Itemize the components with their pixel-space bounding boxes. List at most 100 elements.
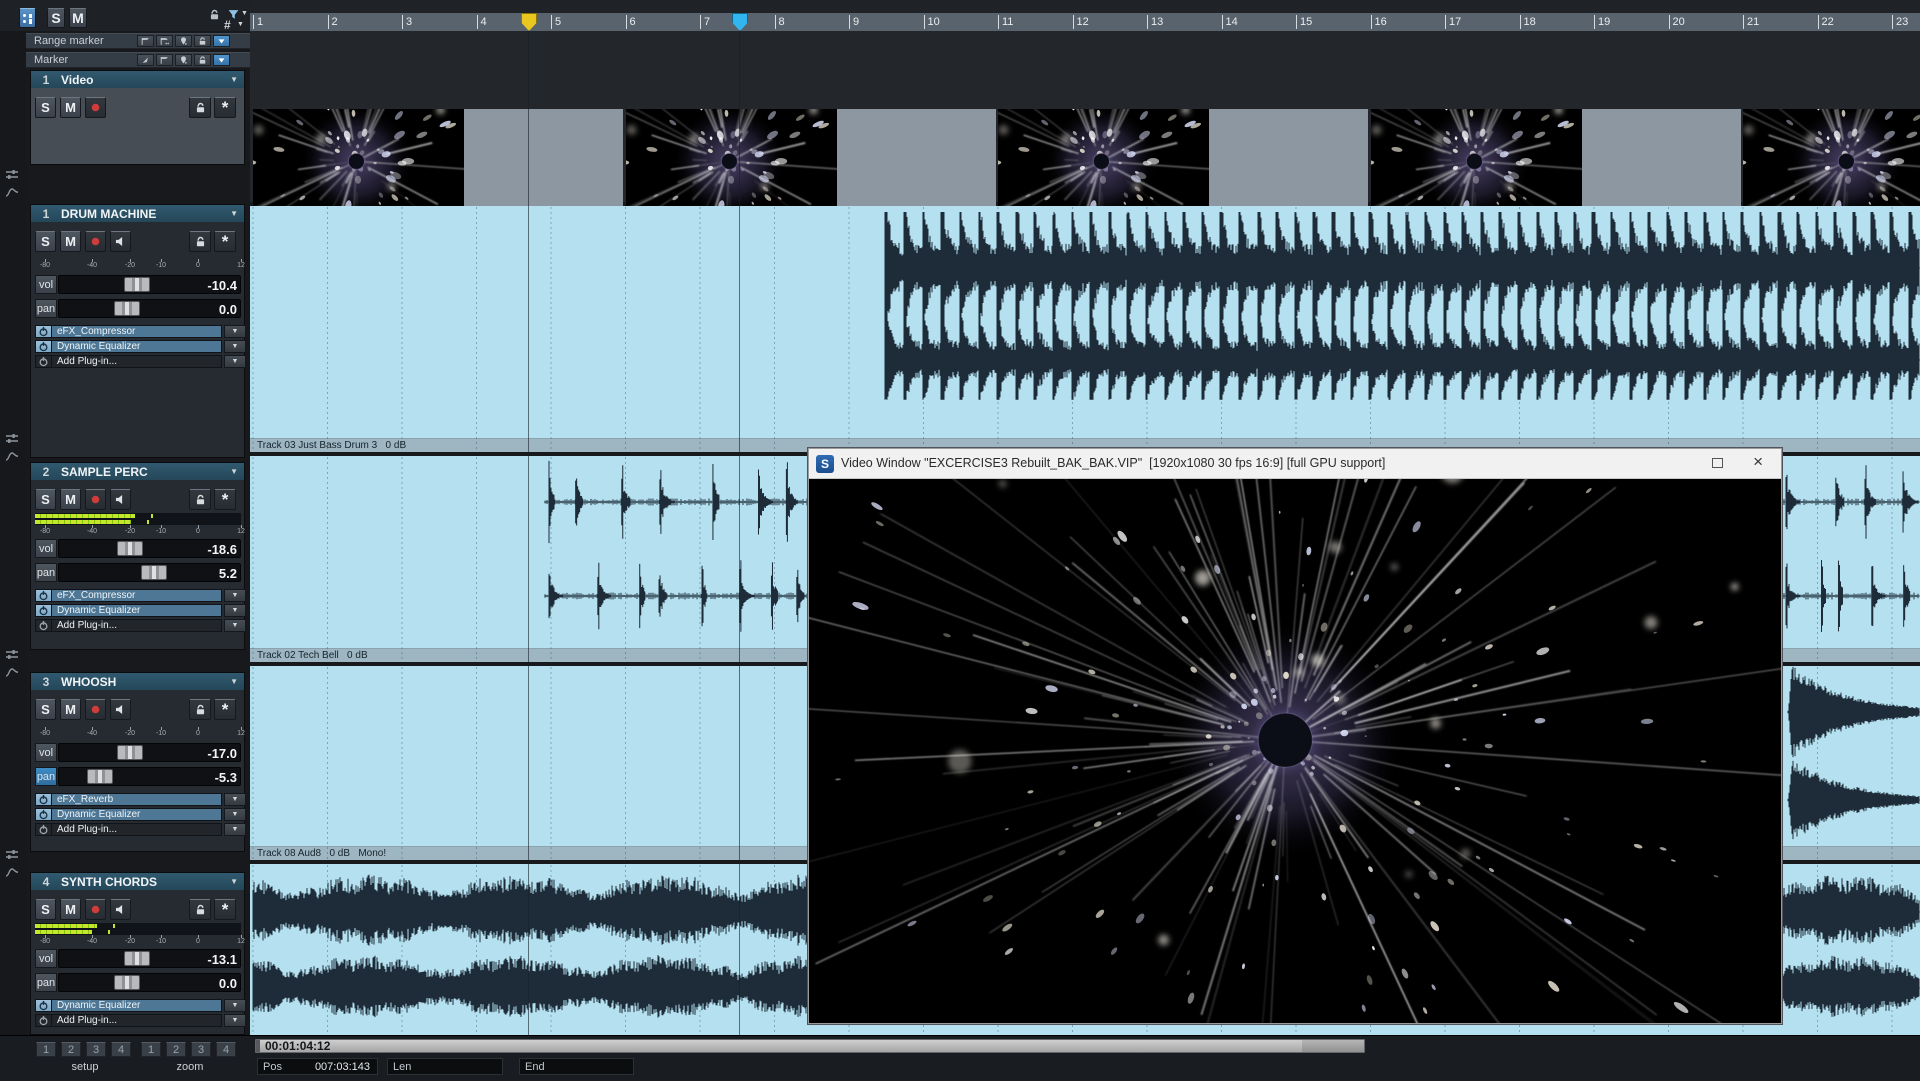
track-synth-chords-vol-value[interactable]: -13.1 <box>195 952 237 967</box>
setup-preset-button-4[interactable]: 4 <box>111 1042 131 1057</box>
plugin-dropdown-arrow[interactable]: ▼ <box>224 604 246 617</box>
pan-slider-handle[interactable] <box>87 769 113 784</box>
track-drum-machine-vol-value[interactable]: -10.4 <box>195 278 237 293</box>
track-sample-perc-plugin-slot[interactable]: eFX_Compressor▼ <box>35 589 246 602</box>
track-drum-machine-solo-button[interactable]: S <box>35 231 56 252</box>
track-sample-perc-titlebar[interactable]: 2SAMPLE PERC▼ <box>31 463 244 480</box>
track-whoosh-monitor-speaker-button[interactable] <box>110 699 131 720</box>
marker-dropdown-icon[interactable] <box>213 54 230 66</box>
zoom-preset-button-3[interactable]: 3 <box>191 1042 211 1057</box>
track-drum-machine-mute-button[interactable]: M <box>60 231 81 252</box>
track-synth-chords-pan-value[interactable]: 0.0 <box>195 976 237 991</box>
plugin-dropdown-arrow[interactable]: ▼ <box>224 1014 246 1027</box>
plugin-name[interactable]: eFX_Reverb <box>52 793 222 806</box>
plugin-power-icon[interactable] <box>35 823 52 836</box>
track-whoosh-plugin-slot[interactable]: Add Plug-in...▼ <box>35 823 246 836</box>
video-track-titlebar[interactable]: 1Video▼ <box>31 71 244 88</box>
grid-mode-button[interactable]: # <box>224 18 231 32</box>
plugin-dropdown-arrow[interactable]: ▼ <box>224 340 246 353</box>
length-field[interactable]: Len <box>387 1058 503 1075</box>
track-sample-perc-header[interactable]: 2SAMPLE PERC▼SM*-80-40-20-10012vol-18.6p… <box>30 462 245 650</box>
plugin-name[interactable]: Add Plug-in... <box>52 355 222 368</box>
dock-handle[interactable] <box>5 168 21 198</box>
track-synth-chords-vol-slider[interactable]: -13.1 <box>58 949 241 968</box>
track-drum-machine-vol-slider[interactable]: -10.4 <box>58 275 241 294</box>
end-field[interactable]: End <box>519 1058 634 1075</box>
plugin-dropdown-arrow[interactable]: ▼ <box>224 325 246 338</box>
track-drum-machine-header[interactable]: 1DRUM MACHINE▼SM*-80-40-20-10012vol-10.4… <box>30 204 245 458</box>
range-start-icon[interactable] <box>137 35 154 47</box>
track-drum-machine-pan-slider[interactable]: 0.0 <box>58 299 241 318</box>
collapse-chevron-icon[interactable]: ▼ <box>230 209 238 218</box>
zoom-preset-button-4[interactable]: 4 <box>216 1042 236 1057</box>
track-sample-perc-vol-slider[interactable]: -18.6 <box>58 539 241 558</box>
vol-slider-handle[interactable] <box>124 277 150 292</box>
track-sample-perc-pan-value[interactable]: 5.2 <box>195 566 237 581</box>
funnel-dropdown-arrow[interactable]: ▼ <box>241 10 248 17</box>
setup-preset-button-1[interactable]: 1 <box>36 1042 56 1057</box>
plugin-dropdown-arrow[interactable]: ▼ <box>224 355 246 368</box>
plugin-power-icon[interactable] <box>35 589 52 602</box>
track-synth-chords-solo-button[interactable]: S <box>35 899 56 920</box>
collapse-chevron-icon[interactable]: ▼ <box>230 467 238 476</box>
track-drum-machine-titlebar[interactable]: 1DRUM MACHINE▼ <box>31 205 244 222</box>
vol-slider-handle[interactable] <box>117 745 143 760</box>
track-whoosh-plugin-slot[interactable]: eFX_Reverb▼ <box>35 793 246 806</box>
plugin-dropdown-arrow[interactable]: ▼ <box>224 589 246 602</box>
range-pin-icon[interactable] <box>175 35 192 47</box>
track-drum-machine-lock-button[interactable] <box>189 231 211 252</box>
track-whoosh-solo-button[interactable]: S <box>35 699 56 720</box>
track-drum-machine-pan-value[interactable]: 0.0 <box>195 302 237 317</box>
track-sample-perc-lock-button[interactable] <box>189 489 211 510</box>
plugin-power-icon[interactable] <box>35 1014 52 1027</box>
maximize-button[interactable] <box>1712 458 1723 468</box>
zoom-preset-button-1[interactable]: 1 <box>141 1042 161 1057</box>
lock-icon[interactable] <box>208 8 221 26</box>
plugin-name[interactable]: Add Plug-in... <box>52 619 222 632</box>
dock-handle[interactable] <box>5 848 21 878</box>
track-sample-perc-pan-slider[interactable]: 5.2 <box>58 563 241 582</box>
track-synth-chords-fx-star-button[interactable]: * <box>214 899 236 920</box>
track-sample-perc-mute-button[interactable]: M <box>60 489 81 510</box>
audio-lane-bassdrum[interactable]: Track 03 Just Bass Drum 3 0 dB <box>250 206 1920 452</box>
track-drum-machine-record-button[interactable] <box>85 231 106 252</box>
range-dropdown-icon[interactable] <box>213 35 230 47</box>
range-lock-icon[interactable] <box>194 35 211 47</box>
track-sample-perc-solo-button[interactable]: S <box>35 489 56 510</box>
video-window[interactable]: S Video Window "EXCERCISE3 Rebuilt_BAK_B… <box>808 448 1782 1024</box>
collapse-chevron-icon[interactable]: ▼ <box>230 75 238 84</box>
video-track-fx-star-button[interactable]: * <box>214 97 236 118</box>
video-track-header[interactable]: 1Video▼SM* <box>30 70 245 165</box>
video-track-solo-button[interactable]: S <box>35 97 56 118</box>
plugin-dropdown-arrow[interactable]: ▼ <box>224 823 246 836</box>
setup-preset-button-3[interactable]: 3 <box>86 1042 106 1057</box>
marker-pen-icon[interactable] <box>137 54 154 66</box>
dock-handle[interactable] <box>5 432 21 462</box>
track-sample-perc-monitor-speaker-button[interactable] <box>110 489 131 510</box>
vol-slider-handle[interactable] <box>117 541 143 556</box>
plugin-dropdown-arrow[interactable]: ▼ <box>224 999 246 1012</box>
video-track-lane[interactable]: ParticleIllusion-HEVC 0 dB ParticleIllus… <box>250 31 1920 202</box>
position-scrollbar[interactable]: 00:01:04:12 <box>255 1039 1365 1053</box>
track-synth-chords-mute-button[interactable]: M <box>60 899 81 920</box>
video-window-titlebar[interactable]: S Video Window "EXCERCISE3 Rebuilt_BAK_B… <box>809 449 1781 479</box>
dock-handle[interactable] <box>5 648 21 678</box>
plugin-dropdown-arrow[interactable]: ▼ <box>224 793 246 806</box>
collapse-chevron-icon[interactable]: ▼ <box>230 877 238 886</box>
grid-dropdown-arrow[interactable]: ▼ <box>237 21 244 28</box>
track-whoosh-pan-slider[interactable]: -5.3 <box>58 767 241 786</box>
range-marker-row[interactable]: Range marker <box>26 33 250 49</box>
track-drum-machine-plugin-slot[interactable]: Dynamic Equalizer▼ <box>35 340 246 353</box>
plugin-name[interactable]: eFX_Compressor <box>52 589 222 602</box>
track-synth-chords-titlebar[interactable]: 4SYNTH CHORDS▼ <box>31 873 244 890</box>
track-sample-perc-plugin-slot[interactable]: Dynamic Equalizer▼ <box>35 604 246 617</box>
plugin-name[interactable]: Add Plug-in... <box>52 823 222 836</box>
track-whoosh-pan-value[interactable]: -5.3 <box>195 770 237 785</box>
marker-lock-icon[interactable] <box>194 54 211 66</box>
global-mute-button[interactable]: M <box>69 8 87 28</box>
plugin-dropdown-arrow[interactable]: ▼ <box>224 808 246 821</box>
plugin-name[interactable]: Add Plug-in... <box>52 1014 222 1027</box>
zoom-preset-button-2[interactable]: 2 <box>166 1042 186 1057</box>
track-whoosh-vol-slider[interactable]: -17.0 <box>58 743 241 762</box>
plugin-power-icon[interactable] <box>35 340 52 353</box>
